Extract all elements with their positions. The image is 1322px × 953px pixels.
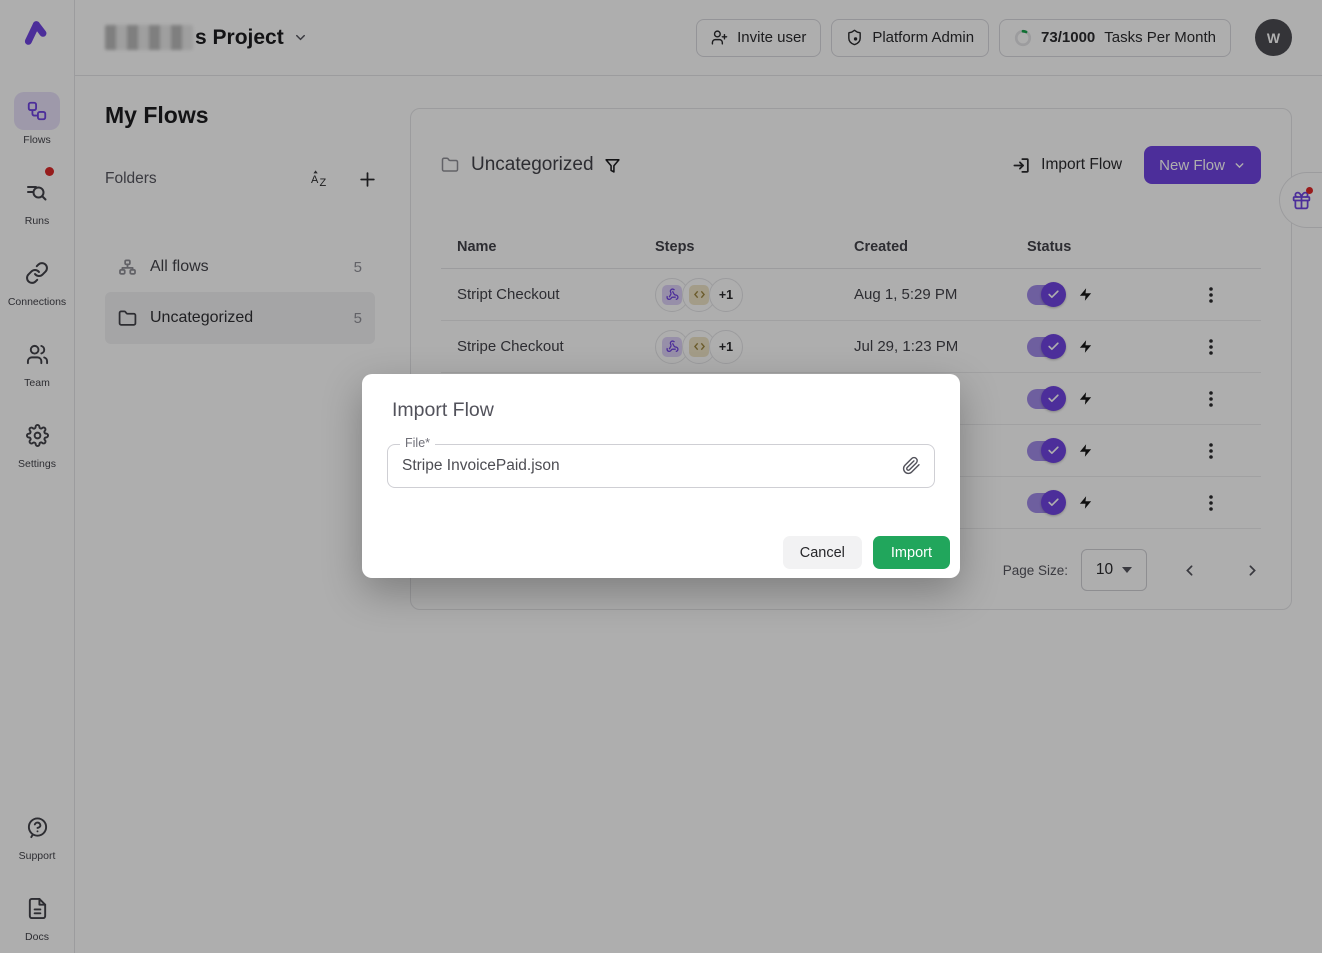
paperclip-icon[interactable]: [902, 456, 921, 475]
file-field-value: Stripe InvoicePaid.json: [388, 445, 934, 487]
import-button[interactable]: Import: [873, 536, 950, 569]
file-input[interactable]: File* Stripe InvoicePaid.json: [387, 444, 935, 488]
file-field-label: File*: [400, 436, 435, 450]
dialog-title: Import Flow: [392, 399, 960, 422]
dialog-actions: Cancel Import: [783, 536, 950, 569]
cancel-button[interactable]: Cancel: [783, 536, 862, 569]
import-flow-dialog: Import Flow File* Stripe InvoicePaid.jso…: [362, 374, 960, 578]
app-window: Flows Runs Connections: [0, 0, 1322, 953]
